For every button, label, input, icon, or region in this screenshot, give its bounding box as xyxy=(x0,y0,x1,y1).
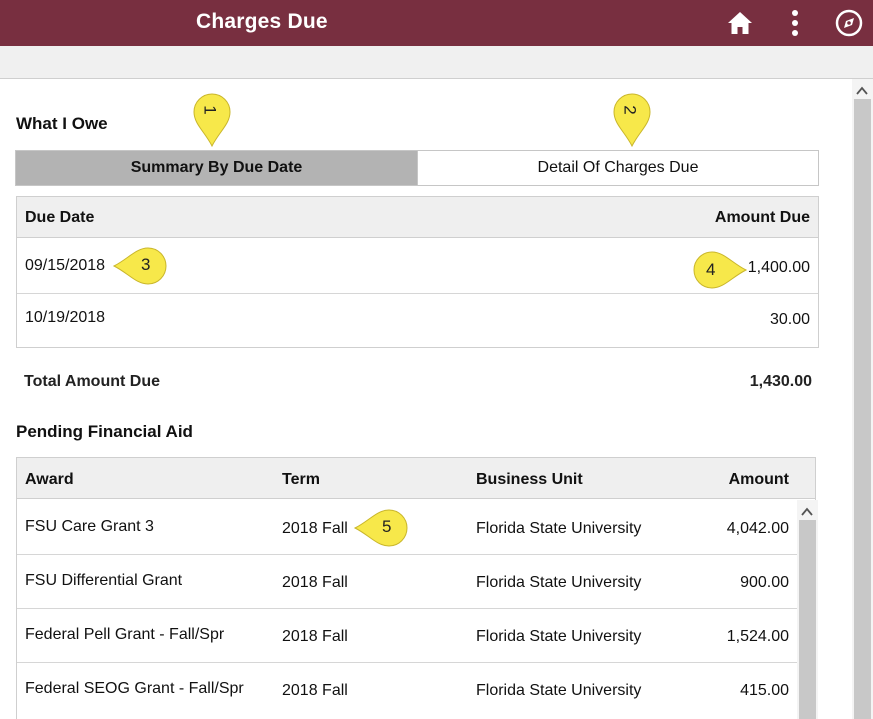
callout-marker-5: 5 xyxy=(353,509,411,547)
tab-detail-of-charges-due[interactable]: Detail Of Charges Due xyxy=(417,150,819,186)
term-cell: 2018 Fall xyxy=(282,682,348,699)
column-header-amount-due[interactable]: Amount Due xyxy=(715,209,810,227)
callout-marker-3: 3 xyxy=(112,247,170,285)
charges-table-header: Due Date Amount Due xyxy=(17,197,818,238)
award-cell: Federal SEOG Grant - Fall/Spr xyxy=(25,680,244,697)
column-header-due-date[interactable]: Due Date xyxy=(25,209,94,227)
callout-number: 3 xyxy=(141,255,151,274)
callout-marker-2: 2 xyxy=(612,92,652,148)
business-unit-cell: Florida State University xyxy=(476,520,642,537)
app-header: Charges Due xyxy=(0,0,873,46)
page-scrollbar[interactable] xyxy=(852,79,873,719)
callout-number: 1 xyxy=(200,105,220,115)
tab-label: Detail Of Charges Due xyxy=(537,159,699,176)
term-cell: 2018 Fall xyxy=(282,520,348,537)
tab-label: Summary By Due Date xyxy=(130,159,303,176)
amount-due-cell: 30.00 xyxy=(769,311,810,328)
scroll-up-arrow-icon[interactable] xyxy=(801,504,813,516)
column-header-award[interactable]: Award xyxy=(25,471,74,489)
compass-icon[interactable] xyxy=(834,8,864,38)
callout-number: 5 xyxy=(382,517,392,536)
total-amount-due-value: 1,430.00 xyxy=(749,373,812,390)
amount-cell: 4,042.00 xyxy=(726,520,789,537)
column-header-amount[interactable]: Amount xyxy=(729,471,789,489)
vertical-ellipsis-icon[interactable] xyxy=(783,9,807,37)
callout-number: 2 xyxy=(620,105,640,115)
business-unit-cell: Florida State University xyxy=(476,574,642,591)
amount-due-cell: 1,400.00 xyxy=(747,259,810,276)
callout-marker-4: 4 xyxy=(690,251,748,289)
home-icon[interactable] xyxy=(726,9,754,37)
page-title: Charges Due xyxy=(196,10,328,33)
due-date-cell: 09/15/2018 xyxy=(25,257,106,274)
aid-table-header: Award Term Business Unit Amount xyxy=(17,458,815,499)
award-cell: FSU Differential Grant xyxy=(25,572,183,589)
aid-table-scrollbar[interactable] xyxy=(797,500,818,719)
table-row[interactable]: 10/19/2018 30.00 xyxy=(17,294,818,348)
award-cell: FSU Care Grant 3 xyxy=(25,518,154,535)
table-row[interactable]: Federal SEOG Grant - Fall/Spr 2018 Fall … xyxy=(17,663,815,719)
what-i-owe-heading: What I Owe xyxy=(16,114,108,133)
amount-cell: 900.00 xyxy=(740,574,789,591)
scroll-thumb[interactable] xyxy=(854,99,871,719)
table-row[interactable]: FSU Differential Grant 2018 Fall Florida… xyxy=(17,555,815,609)
pending-financial-aid-heading: Pending Financial Aid xyxy=(16,422,193,441)
scroll-thumb[interactable] xyxy=(799,520,816,719)
sub-toolbar xyxy=(0,46,873,79)
amount-cell: 1,524.00 xyxy=(726,628,789,645)
term-cell: 2018 Fall xyxy=(282,628,348,645)
scroll-up-arrow-icon[interactable] xyxy=(856,83,868,95)
column-header-term[interactable]: Term xyxy=(282,471,320,489)
award-cell: Federal Pell Grant - Fall/Spr xyxy=(25,626,225,643)
business-unit-cell: Florida State University xyxy=(476,682,642,699)
amount-cell: 415.00 xyxy=(740,682,789,699)
term-cell: 2018 Fall xyxy=(282,574,348,591)
pending-aid-table: Award Term Business Unit Amount FSU Care… xyxy=(16,457,816,719)
callout-marker-1: 1 xyxy=(192,92,232,148)
total-amount-due-label: Total Amount Due xyxy=(24,373,160,390)
column-header-business-unit[interactable]: Business Unit xyxy=(476,471,583,489)
callout-number: 4 xyxy=(706,260,716,279)
table-row[interactable]: Federal Pell Grant - Fall/Spr 2018 Fall … xyxy=(17,609,815,663)
due-date-cell: 10/19/2018 xyxy=(25,309,106,326)
tab-summary-by-due-date[interactable]: Summary By Due Date xyxy=(15,150,418,186)
business-unit-cell: Florida State University xyxy=(476,628,642,645)
table-row[interactable]: FSU Care Grant 3 2018 Fall Florida State… xyxy=(17,500,815,555)
